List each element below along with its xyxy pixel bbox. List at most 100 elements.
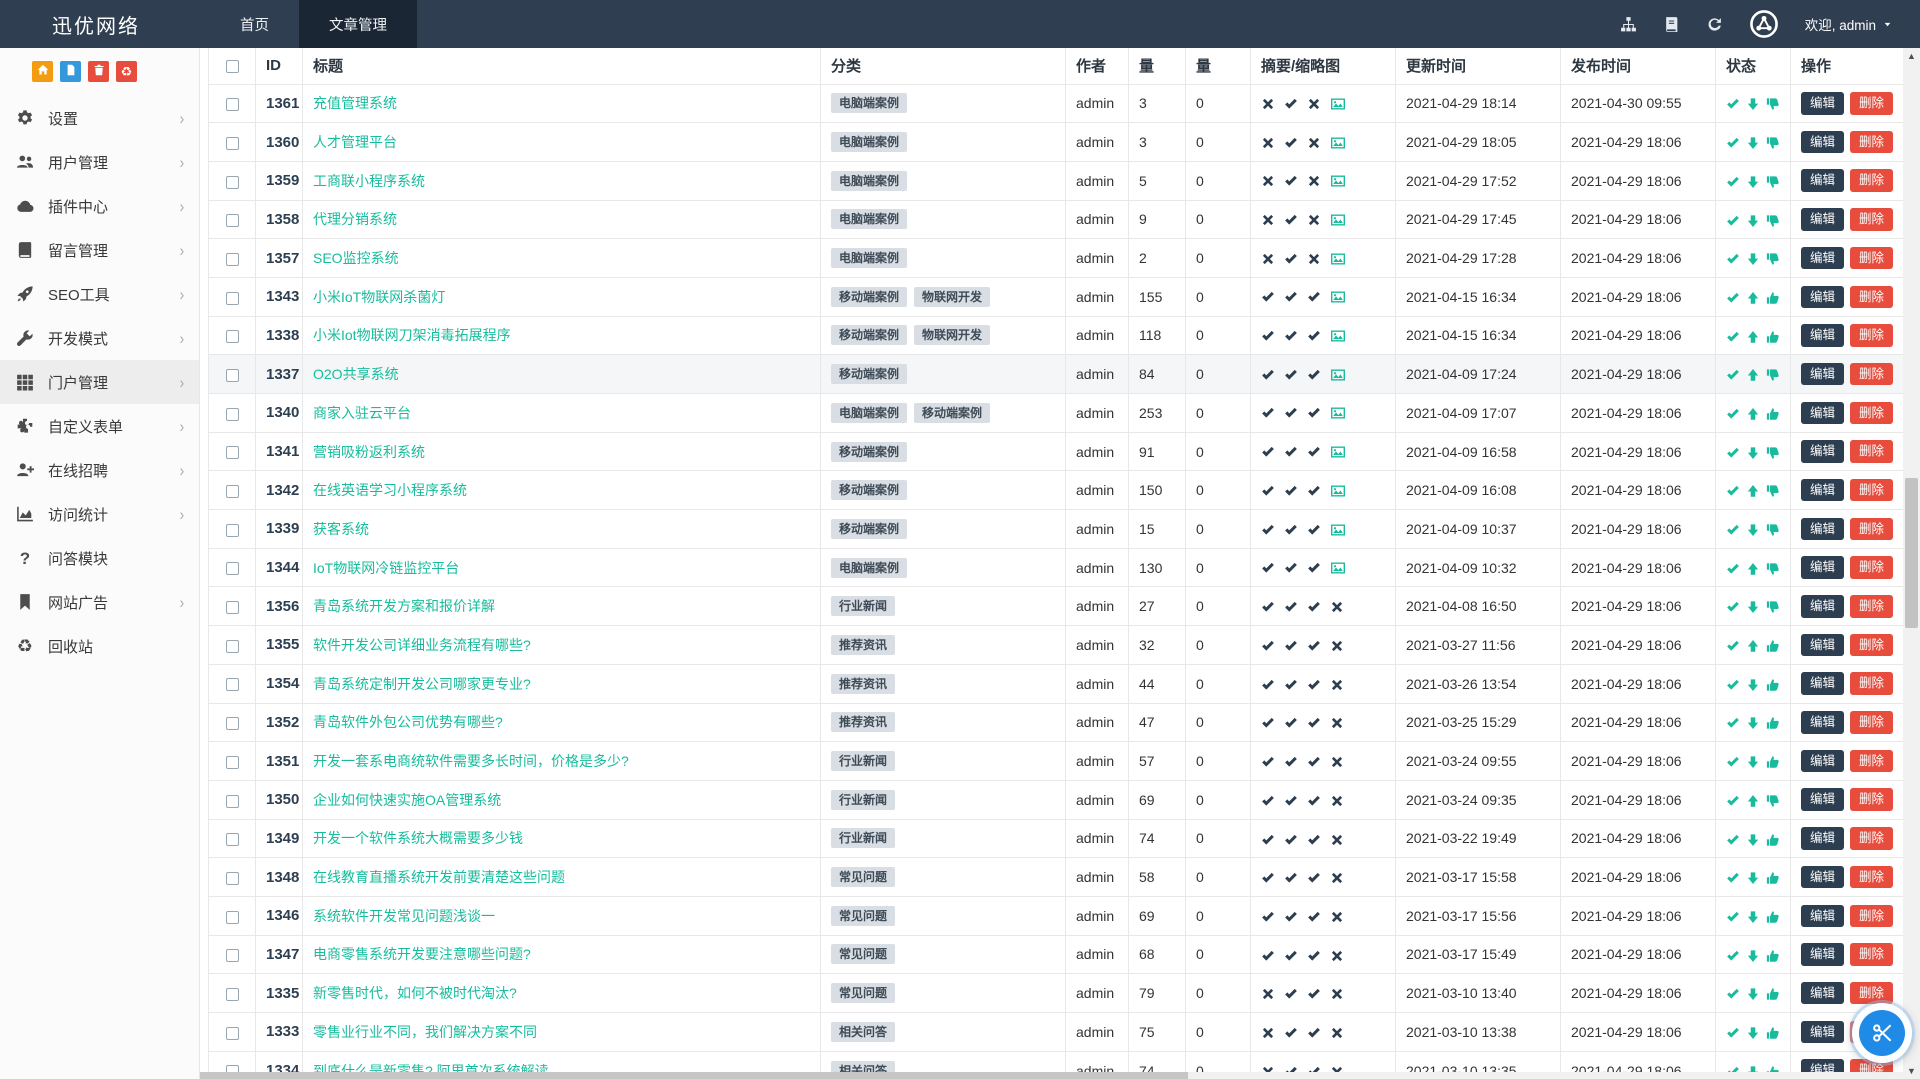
edit-button[interactable]: 编辑 bbox=[1801, 866, 1844, 889]
delete-button[interactable]: 删除 bbox=[1850, 634, 1893, 657]
sidebar-item-bookmark[interactable]: 网站广告 › bbox=[0, 580, 199, 624]
horizontal-scrollbar-thumb[interactable] bbox=[200, 1072, 1188, 1079]
article-title-link[interactable]: 青岛软件外包公司优势有哪些? bbox=[313, 714, 503, 730]
row-checkbox[interactable] bbox=[226, 1027, 239, 1040]
column-header[interactable]: ID bbox=[256, 48, 303, 84]
row-checkbox[interactable] bbox=[226, 253, 239, 266]
delete-button[interactable]: 删除 bbox=[1850, 286, 1893, 309]
edit-button[interactable]: 编辑 bbox=[1801, 1059, 1844, 1072]
article-title-link[interactable]: 工商联小程序系统 bbox=[313, 173, 425, 189]
row-checkbox[interactable] bbox=[226, 640, 239, 653]
edit-button[interactable]: 编辑 bbox=[1801, 788, 1844, 811]
file-button[interactable] bbox=[60, 61, 81, 82]
delete-button[interactable]: 删除 bbox=[1850, 711, 1893, 734]
row-checkbox[interactable] bbox=[226, 872, 239, 885]
edit-button[interactable]: 编辑 bbox=[1801, 750, 1844, 773]
scroll-down-arrow[interactable]: ▼ bbox=[1903, 1063, 1920, 1079]
trash-button[interactable] bbox=[88, 61, 109, 82]
article-title-link[interactable]: 系统软件开发常见问题浅谈一 bbox=[313, 908, 495, 924]
edit-button[interactable]: 编辑 bbox=[1801, 518, 1844, 541]
sidebar-item-cloud[interactable]: 插件中心 › bbox=[0, 184, 199, 228]
delete-button[interactable]: 删除 bbox=[1850, 866, 1893, 889]
row-checkbox[interactable] bbox=[226, 949, 239, 962]
row-checkbox[interactable] bbox=[226, 176, 239, 189]
home-button[interactable] bbox=[32, 61, 53, 82]
row-checkbox[interactable] bbox=[226, 601, 239, 614]
row-checkbox[interactable] bbox=[226, 98, 239, 111]
row-checkbox[interactable] bbox=[226, 833, 239, 846]
sidebar-item-wrench[interactable]: 开发模式 › bbox=[0, 316, 199, 360]
row-checkbox[interactable] bbox=[226, 678, 239, 691]
nav-item[interactable]: 文章管理 bbox=[299, 0, 417, 48]
row-checkbox[interactable] bbox=[226, 408, 239, 421]
column-header[interactable]: 作者 bbox=[1066, 48, 1129, 84]
edit-button[interactable]: 编辑 bbox=[1801, 982, 1844, 1005]
sidebar-item-userplus[interactable]: 在线招聘 › bbox=[0, 448, 199, 492]
edit-button[interactable]: 编辑 bbox=[1801, 131, 1844, 154]
delete-button[interactable]: 删除 bbox=[1850, 363, 1893, 386]
row-checkbox[interactable] bbox=[226, 214, 239, 227]
row-checkbox[interactable] bbox=[226, 485, 239, 498]
article-title-link[interactable]: 青岛系统定制开发公司哪家更专业? bbox=[313, 676, 531, 692]
edit-button[interactable]: 编辑 bbox=[1801, 92, 1844, 115]
row-checkbox[interactable] bbox=[226, 1065, 239, 1072]
sidebar-item-users[interactable]: 用户管理 › bbox=[0, 140, 199, 184]
delete-button[interactable]: 删除 bbox=[1850, 479, 1893, 502]
edit-button[interactable]: 编辑 bbox=[1801, 208, 1844, 231]
article-title-link[interactable]: 小米Iot物联网刀架消毒拓展程序 bbox=[313, 327, 511, 343]
edit-button[interactable]: 编辑 bbox=[1801, 402, 1844, 425]
column-header[interactable]: 操作 bbox=[1791, 48, 1904, 84]
edit-button[interactable]: 编辑 bbox=[1801, 711, 1844, 734]
row-checkbox[interactable] bbox=[226, 292, 239, 305]
vertical-scrollbar[interactable]: ▲ ▼ bbox=[1903, 48, 1920, 1079]
sidebar-item-book[interactable]: 留言管理 › bbox=[0, 228, 199, 272]
column-header[interactable]: 状态 bbox=[1716, 48, 1791, 84]
delete-button[interactable]: 删除 bbox=[1850, 169, 1893, 192]
article-title-link[interactable]: 青岛系统开发方案和报价详解 bbox=[313, 598, 495, 614]
article-title-link[interactable]: 开发一套系电商统软件需要多长时间，价格是多少? bbox=[313, 753, 629, 769]
sidebar-item-puzzle[interactable]: 自定义表单 › bbox=[0, 404, 199, 448]
row-checkbox[interactable] bbox=[226, 137, 239, 150]
delete-button[interactable]: 删除 bbox=[1850, 943, 1893, 966]
delete-button[interactable]: 删除 bbox=[1850, 402, 1893, 425]
edit-button[interactable]: 编辑 bbox=[1801, 286, 1844, 309]
article-title-link[interactable]: 电商零售系统开发要注意哪些问题? bbox=[313, 946, 531, 962]
edit-button[interactable]: 编辑 bbox=[1801, 324, 1844, 347]
row-checkbox[interactable] bbox=[226, 795, 239, 808]
row-checkbox[interactable] bbox=[226, 446, 239, 459]
article-title-link[interactable]: 充值管理系统 bbox=[313, 95, 397, 111]
article-title-link[interactable]: O2O共享系统 bbox=[313, 366, 399, 382]
row-checkbox[interactable] bbox=[226, 524, 239, 537]
edit-button[interactable]: 编辑 bbox=[1801, 1021, 1844, 1044]
edit-button[interactable]: 编辑 bbox=[1801, 440, 1844, 463]
horizontal-scrollbar[interactable] bbox=[200, 1072, 1903, 1079]
edit-button[interactable]: 编辑 bbox=[1801, 247, 1844, 270]
article-title-link[interactable]: SEO监控系统 bbox=[313, 250, 399, 266]
article-title-link[interactable]: 获客系统 bbox=[313, 521, 369, 537]
sitemap-icon[interactable] bbox=[1620, 16, 1637, 33]
column-header[interactable]: 量 bbox=[1129, 48, 1186, 84]
nav-item[interactable]: 首页 bbox=[210, 0, 299, 48]
row-checkbox[interactable] bbox=[226, 330, 239, 343]
edit-button[interactable]: 编辑 bbox=[1801, 672, 1844, 695]
sidebar-item-question[interactable]: ? 问答模块 bbox=[0, 536, 199, 580]
delete-button[interactable]: 删除 bbox=[1850, 131, 1893, 154]
column-header[interactable]: 摘要/缩略图 bbox=[1251, 48, 1396, 84]
delete-button[interactable]: 删除 bbox=[1850, 750, 1893, 773]
delete-button[interactable]: 删除 bbox=[1850, 982, 1893, 1005]
article-title-link[interactable]: 小米IoT物联网杀菌灯 bbox=[313, 289, 445, 305]
delete-button[interactable]: 删除 bbox=[1850, 440, 1893, 463]
article-title-link[interactable]: IoT物联网冷链监控平台 bbox=[313, 560, 459, 576]
article-title-link[interactable]: 到底什么是新零售? 阿里首次系统解读 bbox=[313, 1063, 549, 1072]
sidebar-item-chart[interactable]: 访问统计 › bbox=[0, 492, 199, 536]
edit-button[interactable]: 编辑 bbox=[1801, 595, 1844, 618]
delete-button[interactable]: 删除 bbox=[1850, 518, 1893, 541]
article-title-link[interactable]: 商家入驻云平台 bbox=[313, 405, 411, 421]
row-checkbox[interactable] bbox=[226, 756, 239, 769]
article-title-link[interactable]: 人才管理平台 bbox=[313, 134, 397, 150]
column-header[interactable]: 标题 bbox=[303, 48, 821, 84]
edit-button[interactable]: 编辑 bbox=[1801, 169, 1844, 192]
delete-button[interactable]: 删除 bbox=[1850, 247, 1893, 270]
article-title-link[interactable]: 开发一个软件系统大概需要多少钱 bbox=[313, 830, 523, 846]
column-header[interactable]: 量 bbox=[1186, 48, 1251, 84]
